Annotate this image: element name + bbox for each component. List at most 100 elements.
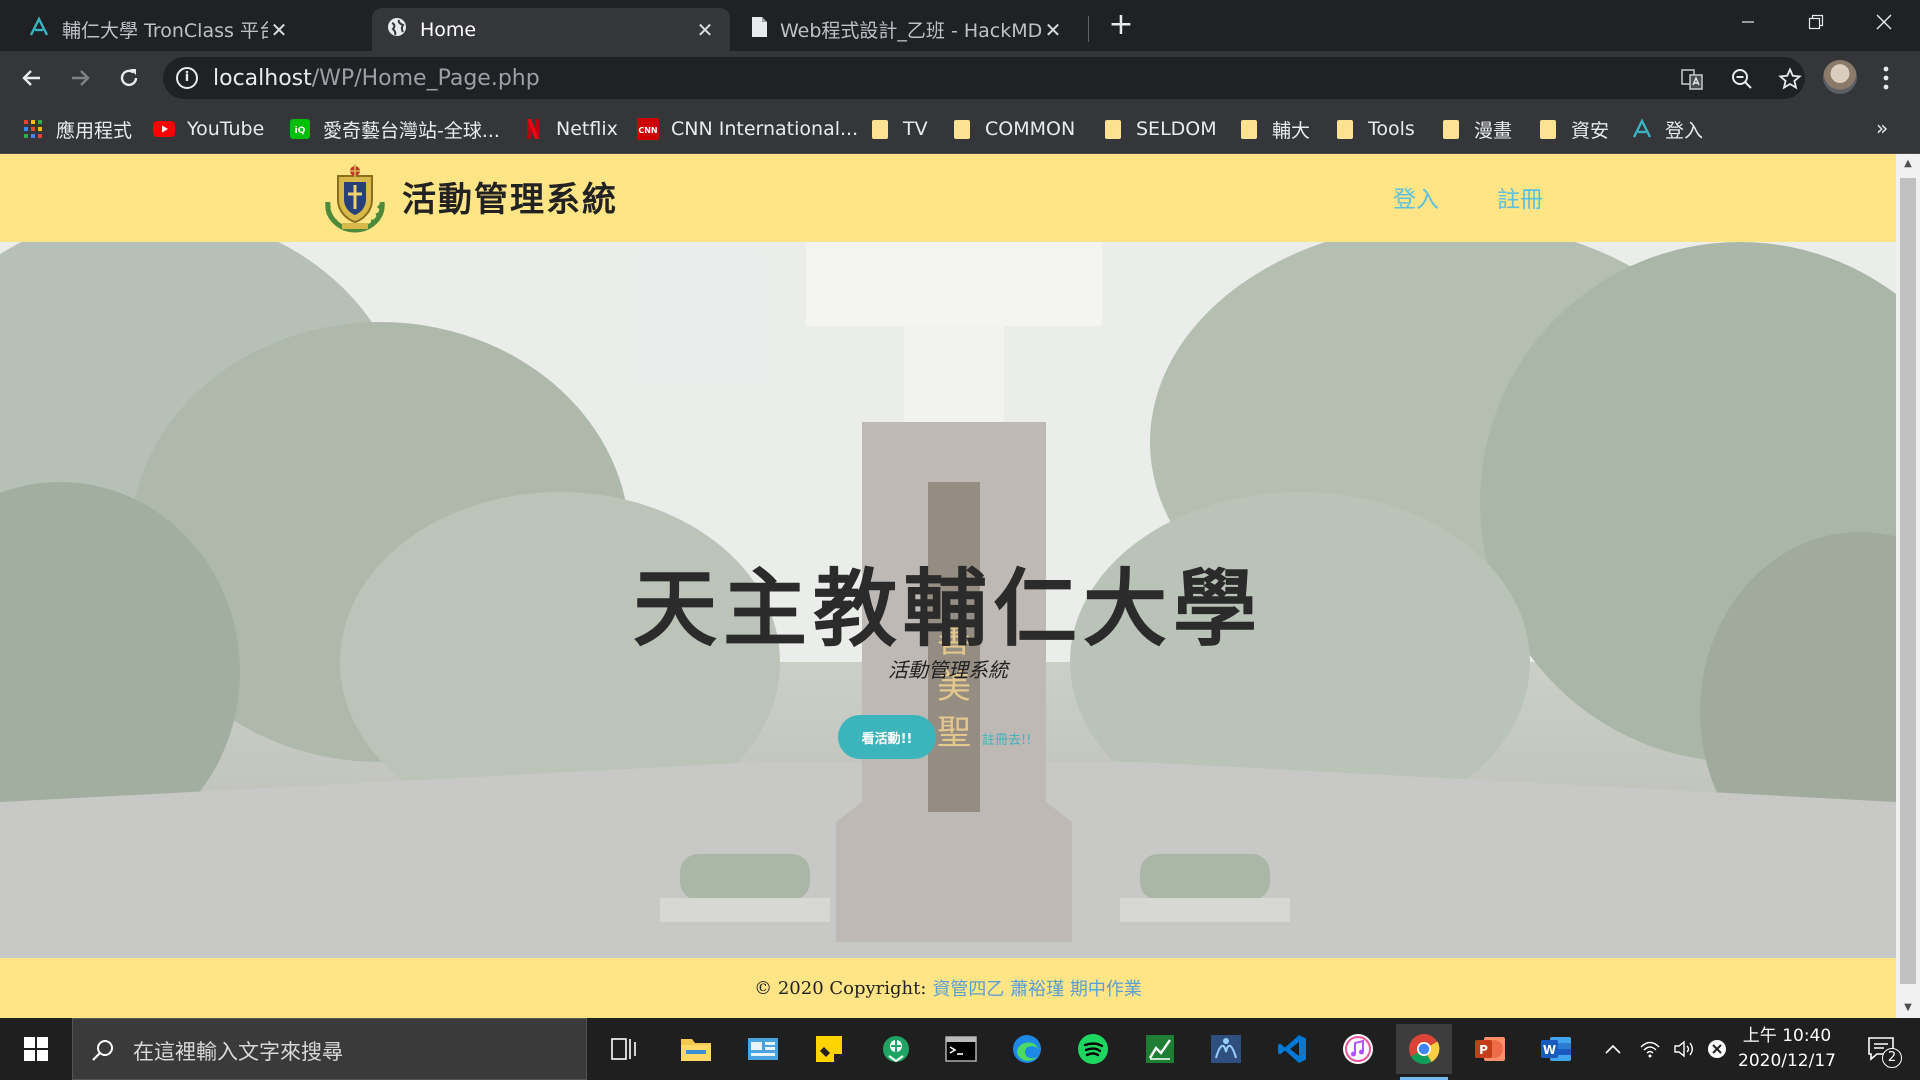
notifications-button[interactable]: 2: [1852, 1018, 1912, 1080]
chrome-icon[interactable]: [1396, 1024, 1452, 1080]
bookmark-netflix[interactable]: Netflix: [522, 115, 618, 143]
page-viewport: 活動管理系統 登入 註冊 善 美 聖 天主教輔仁大學 活動管理系統 看活動!! …: [0, 154, 1920, 1018]
control-panel-icon[interactable]: [735, 1024, 791, 1074]
start-button[interactable]: [0, 1018, 72, 1080]
info-icon[interactable]: i: [176, 67, 198, 89]
folder-icon: [1238, 118, 1260, 140]
scroll-thumb[interactable]: [1900, 178, 1916, 984]
translate-icon[interactable]: [1678, 65, 1706, 93]
close-window-button[interactable]: [1850, 0, 1918, 44]
search-icon: [92, 1040, 113, 1061]
minimize-button[interactable]: [1714, 0, 1782, 44]
status-error-icon[interactable]: [1702, 1018, 1732, 1080]
powerpoint-icon[interactable]: P: [1462, 1024, 1518, 1074]
bookmark-youtube[interactable]: YouTube: [153, 115, 264, 143]
register-link[interactable]: 註冊去!!: [982, 729, 1031, 748]
bookmark-label: 應用程式: [56, 119, 133, 142]
profile-avatar[interactable]: [1823, 60, 1857, 94]
task-view-icon[interactable]: [596, 1024, 652, 1074]
browser-toolbar: i localhost/WP/Home_Page.php: [0, 51, 1920, 104]
file-explorer-icon[interactable]: [668, 1024, 724, 1074]
bookmark-folder-seldom[interactable]: SELDOM: [1102, 115, 1217, 143]
folder-icon: [1334, 118, 1356, 140]
bookmark-folder-common[interactable]: COMMON: [951, 115, 1075, 143]
bookmark-iqiyi[interactable]: iQ 愛奇藝台灣站-全球...: [289, 115, 500, 143]
star-icon[interactable]: [1776, 65, 1804, 93]
bookmark-folder-tv[interactable]: TV: [869, 115, 928, 143]
charts-app-icon[interactable]: [1132, 1024, 1188, 1074]
spotify-icon[interactable]: [1065, 1024, 1121, 1074]
volume-icon[interactable]: [1668, 1018, 1700, 1080]
clock-date: 2020/12/17: [1738, 1051, 1836, 1071]
scroll-up-icon[interactable]: ▲: [1896, 154, 1920, 174]
clock-time: 上午 10:40: [1742, 1026, 1832, 1046]
bookmark-folder-tools[interactable]: Tools: [1334, 115, 1415, 143]
university-logo[interactable]: [322, 162, 388, 234]
url-host: localhost: [213, 66, 312, 91]
bookmark-label: YouTube: [187, 118, 265, 140]
svg-text:W: W: [1543, 1043, 1556, 1057]
bookmark-label: COMMON: [985, 118, 1076, 140]
bookmark-label: Netflix: [556, 118, 618, 140]
reload-button[interactable]: [112, 61, 146, 95]
folder-icon: [1102, 118, 1124, 140]
footer-author-link[interactable]: 資管四乙 蕭裕瑾 期中作業: [932, 975, 1141, 1001]
system-clock[interactable]: 上午 10:40 2020/12/17: [1732, 1024, 1842, 1074]
tab-close-icon[interactable]: ✕: [694, 18, 716, 42]
url-path: /WP/Home_Page.php: [311, 66, 540, 91]
iqiyi-icon: iQ: [289, 118, 311, 140]
svg-text:CNN: CNN: [638, 126, 657, 135]
forward-button[interactable]: [63, 61, 97, 95]
site-footer: © 2020 Copyright: 資管四乙 蕭裕瑾 期中作業: [0, 958, 1896, 1018]
tab-home[interactable]: Home ✕: [372, 8, 730, 51]
bookmark-login[interactable]: 登入: [1631, 115, 1703, 143]
bookmark-cnn[interactable]: CNN CNN International...: [637, 115, 858, 143]
nav-login-link[interactable]: 登入: [1393, 180, 1439, 214]
show-hidden-icons-icon[interactable]: [1598, 1018, 1628, 1080]
tronclass-icon: [1631, 118, 1653, 140]
bookmark-label: CNN International...: [671, 118, 859, 140]
taskbar-search[interactable]: 在這裡輸入文字來搜尋: [72, 1018, 587, 1080]
itunes-icon[interactable]: [1330, 1024, 1386, 1074]
bookmarks-overflow-button[interactable]: »: [1876, 116, 1888, 140]
notification-count-badge: 2: [1882, 1048, 1902, 1068]
bookmark-folder-fju[interactable]: 輔大: [1238, 115, 1310, 143]
vscode-icon[interactable]: [1264, 1024, 1320, 1074]
network-icon[interactable]: [1634, 1018, 1666, 1080]
tab-tronclass[interactable]: 輔仁大學 TronClass 平台 ✕: [14, 8, 304, 51]
tab-title: Home: [420, 18, 477, 41]
netflix-icon: [522, 118, 544, 140]
bookmark-folder-security[interactable]: 資安: [1537, 115, 1609, 143]
hero-banner: 善 美 聖 天主教輔仁大學 活動管理系統 看活動!! 註冊去!!: [0, 242, 1896, 958]
site-title[interactable]: 活動管理系統: [402, 172, 618, 221]
sticky-notes-icon[interactable]: [801, 1024, 857, 1074]
word-icon[interactable]: W: [1528, 1024, 1584, 1074]
hero-subtitle: 活動管理系統: [888, 658, 1008, 682]
tronclass-icon: [28, 16, 50, 43]
address-bar[interactable]: i localhost/WP/Home_Page.php: [163, 57, 1805, 99]
tab-close-icon[interactable]: ✕: [1042, 18, 1064, 42]
search-placeholder: 在這裡輸入文字來搜尋: [133, 1040, 343, 1064]
terminal-icon[interactable]: [933, 1024, 989, 1074]
bookmark-label: 資安: [1571, 119, 1610, 142]
edge-icon[interactable]: [999, 1024, 1055, 1074]
view-events-button[interactable]: 看活動!!: [838, 715, 936, 759]
tab-title: 輔仁大學 TronClass 平台: [62, 20, 268, 42]
maps-icon[interactable]: [868, 1024, 924, 1074]
menu-icon[interactable]: [1876, 63, 1896, 93]
back-icon: [22, 70, 40, 86]
restore-button[interactable]: [1782, 0, 1850, 44]
url-text: localhost/WP/Home_Page.php: [213, 66, 540, 91]
new-tab-button[interactable]: +: [1106, 10, 1136, 40]
remote-app-icon[interactable]: [1198, 1024, 1254, 1074]
tab-hackmd[interactable]: Web程式設計_乙班 - HackMD ✕: [736, 8, 1078, 51]
back-button[interactable]: [15, 61, 49, 95]
scroll-down-icon[interactable]: ▼: [1896, 998, 1920, 1018]
zoom-icon[interactable]: [1728, 65, 1756, 93]
bookmark-folder-comics[interactable]: 漫畫: [1440, 115, 1512, 143]
youtube-icon: [153, 118, 175, 140]
tab-close-icon[interactable]: ✕: [268, 18, 290, 42]
page-scrollbar[interactable]: ▲ ▼: [1896, 154, 1920, 1018]
bookmark-apps[interactable]: 應用程式: [22, 115, 132, 143]
nav-register-link[interactable]: 註冊: [1497, 180, 1543, 214]
